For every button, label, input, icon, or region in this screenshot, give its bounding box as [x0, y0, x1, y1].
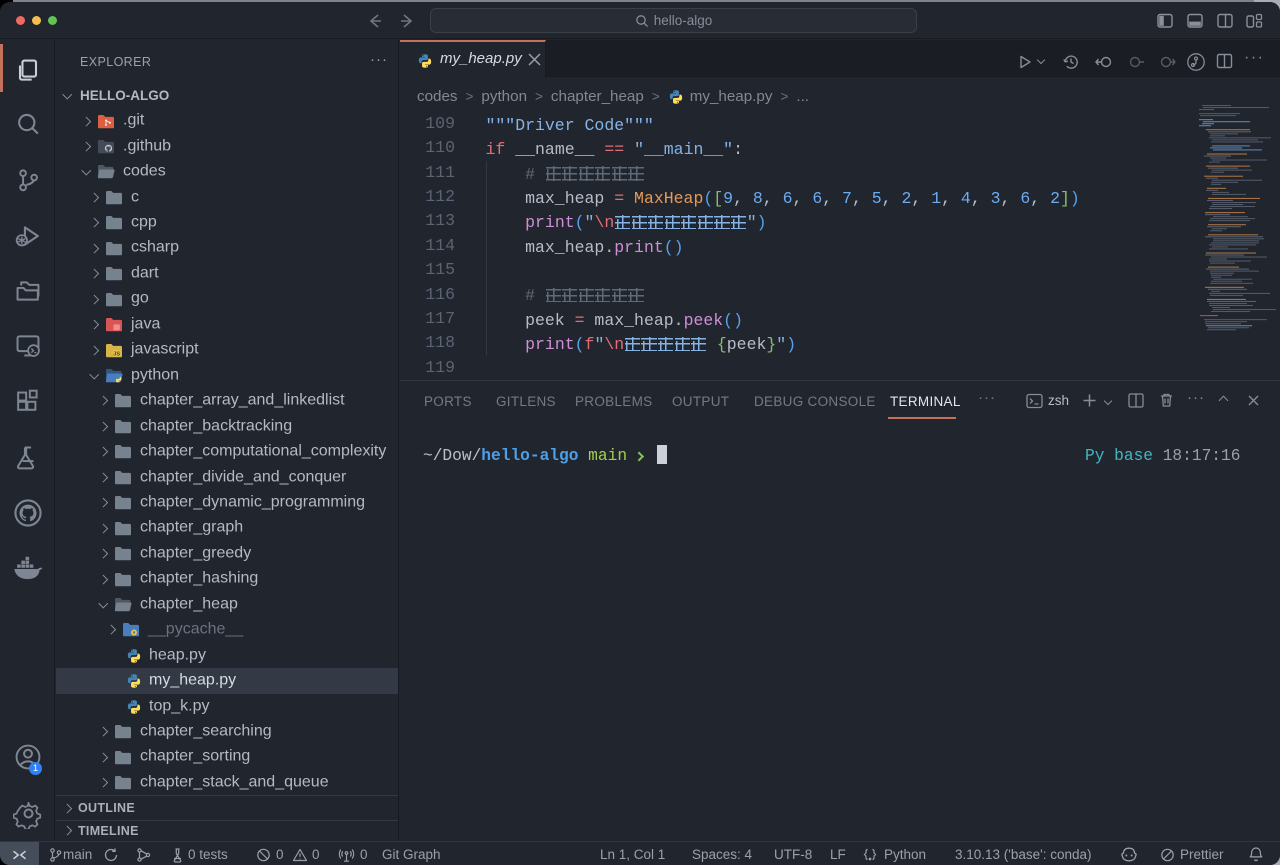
svg-text:JS: JS: [113, 351, 120, 357]
